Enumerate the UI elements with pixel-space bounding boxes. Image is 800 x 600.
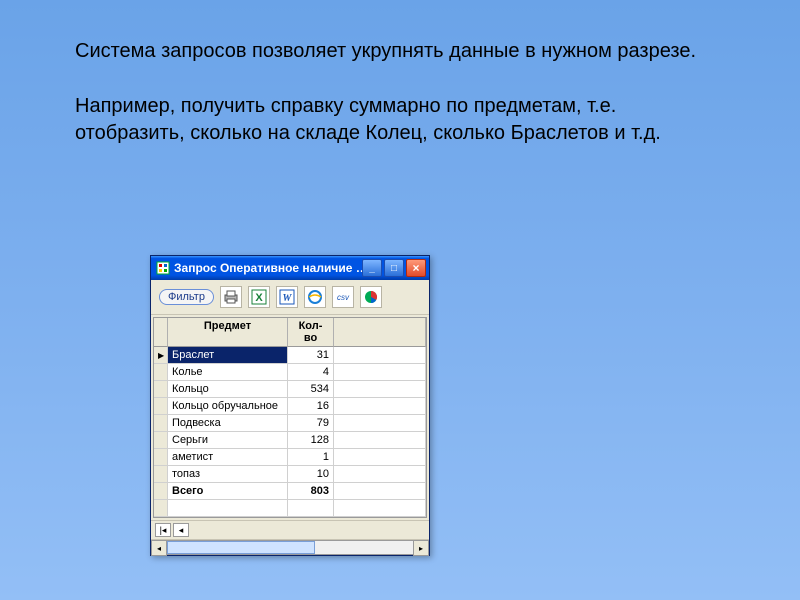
nav-first-button[interactable]: |◂ [155,523,171,537]
scroll-track[interactable] [167,540,413,555]
svg-text:W: W [283,293,293,304]
column-header-subject[interactable]: Предмет [168,318,288,347]
cell-qty[interactable]: 16 [288,398,334,415]
row-marker [154,381,168,398]
grid-header-row: Предмет Кол-во [154,318,426,347]
row-marker [154,466,168,483]
scroll-left-button[interactable]: ◂ [151,540,167,556]
cell-qty[interactable]: 128 [288,432,334,449]
app-icon [156,261,170,275]
table-row[interactable]: Колье4 [154,364,426,381]
cell-subject[interactable]: Кольцо [168,381,288,398]
nav-prev-button[interactable]: ◂ [173,523,189,537]
table-row[interactable]: Браслет31 [154,347,426,364]
cell-subject[interactable]: Подвеска [168,415,288,432]
cell-qty[interactable]: 1 [288,449,334,466]
horizontal-scrollbar[interactable]: ◂ ▸ [151,539,429,555]
close-button[interactable]: × [406,259,426,277]
column-header-empty [334,318,426,347]
record-navigator: |◂ ◂ [151,520,429,539]
paragraph-1: Система запросов позволяет укрупнять дан… [75,38,715,65]
csv-icon[interactable]: csv [332,286,354,308]
cell-qty[interactable]: 79 [288,415,334,432]
total-qty: 803 [288,483,334,500]
cell-subject[interactable]: аметист [168,449,288,466]
table-row[interactable]: Кольцо534 [154,381,426,398]
filter-button[interactable]: Фильтр [159,289,214,305]
cell-qty[interactable]: 31 [288,347,334,364]
row-marker [154,364,168,381]
cell-subject[interactable]: Колье [168,364,288,381]
row-marker-header [154,318,168,347]
svg-text:csv: csv [337,293,350,302]
data-grid: Предмет Кол-во Браслет31Колье4Кольцо534К… [153,317,427,518]
row-marker [154,432,168,449]
cell-subject[interactable]: Серьги [168,432,288,449]
total-label: Всего [168,483,288,500]
cell-qty[interactable]: 10 [288,466,334,483]
print-icon[interactable] [220,286,242,308]
maximize-button[interactable]: □ [384,259,404,277]
ie-icon[interactable] [304,286,326,308]
titlebar[interactable]: Запрос Оперативное наличие … _ □ × [151,256,429,280]
app-window: Запрос Оперативное наличие … _ □ × Фильт… [150,255,430,556]
window-controls: _ □ × [362,259,426,277]
row-marker [154,347,168,364]
row-marker [154,415,168,432]
svg-text:X: X [255,292,263,304]
table-row[interactable]: Кольцо обручальное16 [154,398,426,415]
slide-text: Система запросов позволяет укрупнять дан… [75,38,715,175]
chart-icon[interactable] [360,286,382,308]
cell-qty[interactable]: 534 [288,381,334,398]
cell-qty[interactable]: 4 [288,364,334,381]
cell-subject[interactable]: Кольцо обручальное [168,398,288,415]
paragraph-2: Например, получить справку суммарно по п… [75,93,715,147]
row-marker [154,483,168,500]
row-marker [154,398,168,415]
total-row: Всего 803 [154,483,426,500]
window-title: Запрос Оперативное наличие … [174,261,362,275]
table-row[interactable]: Подвеска79 [154,415,426,432]
minimize-button[interactable]: _ [362,259,382,277]
table-row[interactable]: аметист1 [154,449,426,466]
column-header-qty[interactable]: Кол-во [288,318,334,347]
scroll-thumb[interactable] [167,541,315,554]
row-marker [154,449,168,466]
empty-row [154,500,426,517]
cell-subject[interactable]: топаз [168,466,288,483]
table-row[interactable]: топаз10 [154,466,426,483]
word-icon[interactable]: W [276,286,298,308]
toolbar: Фильтр X W csv [151,280,429,315]
scroll-right-button[interactable]: ▸ [413,540,429,556]
cell-subject[interactable]: Браслет [168,347,288,364]
table-row[interactable]: Серьги128 [154,432,426,449]
excel-icon[interactable]: X [248,286,270,308]
